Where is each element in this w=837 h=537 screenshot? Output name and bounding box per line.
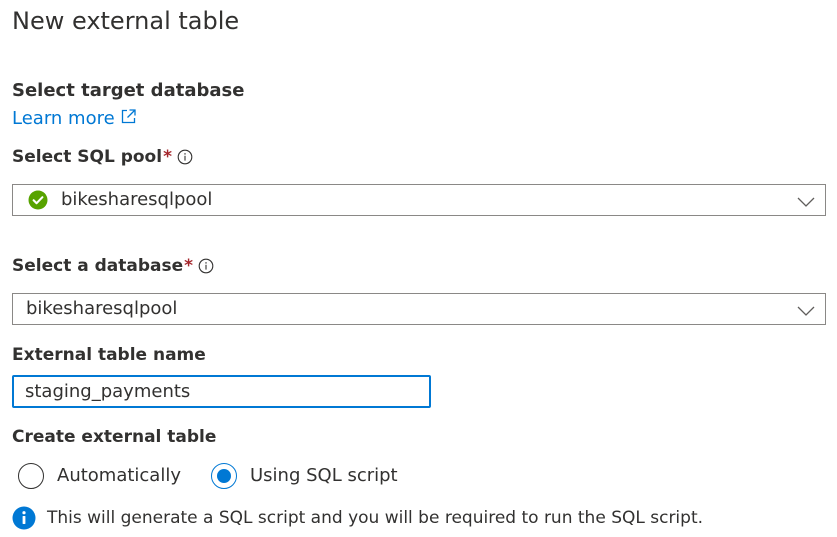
radio-dot [217, 469, 231, 483]
database-label-text: Select a database [12, 256, 184, 276]
chevron-down-icon [797, 302, 815, 321]
external-link-icon [115, 106, 136, 132]
radio-using-sql-script[interactable]: Using SQL script [211, 463, 398, 489]
database-dropdown[interactable]: bikesharesqlpool [12, 293, 826, 325]
create-method-label: Create external table [12, 427, 217, 447]
database-label: Select a database * [12, 254, 214, 278]
sql-pool-label: Select SQL pool * [12, 145, 193, 169]
chevron-down-icon [797, 193, 815, 212]
success-check-icon [28, 190, 48, 210]
radio-circle [18, 463, 44, 489]
page-title: New external table [12, 7, 240, 35]
database-value: bikesharesqlpool [26, 298, 178, 319]
section-title: Select target database [12, 80, 245, 101]
learn-more-label: Learn more [12, 108, 115, 129]
sql-pool-label-text: Select SQL pool [12, 147, 163, 167]
info-outline-icon[interactable] [198, 258, 214, 274]
sql-pool-value: bikesharesqlpool [61, 189, 213, 210]
required-mark: * [163, 147, 172, 167]
radio-automatically-label: Automatically [57, 465, 181, 486]
sql-pool-dropdown[interactable]: bikesharesqlpool [12, 184, 826, 216]
info-outline-icon[interactable] [177, 149, 193, 165]
table-name-input[interactable]: staging_payments [12, 375, 431, 408]
radio-circle-selected [211, 463, 237, 489]
radio-using-sql-script-label: Using SQL script [250, 465, 398, 486]
required-mark: * [184, 256, 194, 276]
info-message: This will generate a SQL script and you … [12, 506, 703, 530]
radio-automatically[interactable]: Automatically [18, 463, 181, 489]
info-message-text: This will generate a SQL script and you … [47, 508, 704, 528]
table-name-label: External table name [12, 345, 206, 365]
learn-more-link[interactable]: Learn more [12, 106, 136, 132]
table-name-value: staging_payments [25, 381, 191, 402]
info-filled-icon [12, 506, 36, 530]
